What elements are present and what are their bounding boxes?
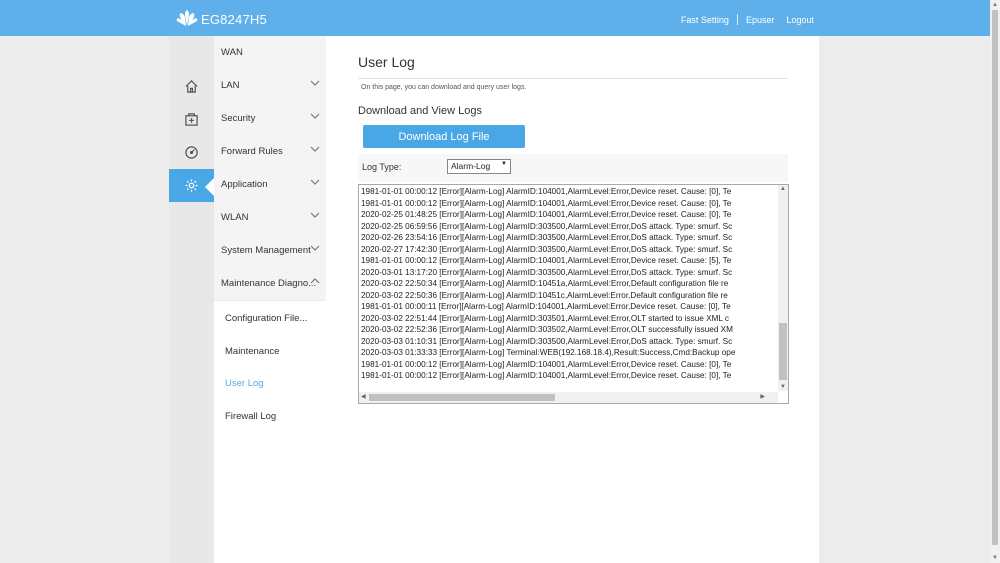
log-line: 1981-01-01 00:00:12 [Error][Alarm-Log] A…	[361, 359, 732, 369]
menu-item-security[interactable]: Security	[214, 102, 326, 136]
page-title: User Log	[358, 54, 415, 70]
chevron-down-icon	[310, 245, 320, 251]
log-line: 2020-03-02 22:50:36 [Error][Alarm-Log] A…	[361, 290, 728, 300]
download-log-button[interactable]: Download Log File	[363, 125, 525, 148]
log-vertical-thumb[interactable]	[779, 323, 787, 380]
menu-item-label: LAN	[221, 80, 240, 91]
menu-item-maintenance-diagnosis[interactable]: Maintenance Diagno...	[214, 267, 326, 301]
log-textarea[interactable]: 1981-01-01 00:00:12 [Error][Alarm-Log] A…	[358, 184, 789, 404]
menu-item-label: WAN	[221, 47, 243, 58]
log-line: 2020-02-27 17:42:30 [Error][Alarm-Log] A…	[361, 244, 733, 254]
title-divider	[358, 78, 788, 79]
log-line: 2020-03-02 22:51:44 [Error][Alarm-Log] A…	[361, 313, 730, 323]
fast-setting-link[interactable]: Fast Setting	[681, 15, 729, 25]
home-icon	[185, 80, 198, 93]
link-separator	[736, 14, 738, 25]
log-line: 2020-03-03 01:33:33 [Error][Alarm-Log] T…	[361, 348, 736, 357]
scroll-up-icon[interactable]: ▲	[780, 186, 786, 192]
log-line: 2020-03-02 22:52:36 [Error][Alarm-Log] A…	[361, 325, 733, 334]
log-line: 2020-03-03 01:10:31 [Error][Alarm-Log] A…	[361, 336, 733, 346]
brand-name: EG8247H5	[201, 12, 267, 27]
log-line: 1981-01-01 00:00:12 [Error][Alarm-Log] A…	[361, 198, 732, 208]
menu-item-system-management[interactable]: System Management	[214, 234, 326, 268]
scroll-up-icon[interactable]: ▲	[992, 2, 998, 8]
active-indicator-arrow	[205, 178, 214, 196]
log-line: 2020-03-02 22:50:34 [Error][Alarm-Log] A…	[361, 279, 729, 288]
advanced-nav[interactable]	[169, 103, 214, 136]
menu-item-label: System Management	[221, 245, 311, 256]
log-line: 2020-02-25 06:59:56 [Error][Alarm-Log] A…	[361, 221, 733, 231]
menu-item-label: Maintenance Diagno...	[221, 278, 317, 289]
scroll-down-icon[interactable]: ▼	[992, 555, 998, 561]
top-bar: EG8247H5 Fast Setting Epuser Logout	[0, 0, 990, 36]
menu-item-wan[interactable]: WAN	[214, 36, 326, 70]
log-horizontal-scrollbar[interactable]: ◀ ▶	[359, 392, 778, 403]
scroll-down-icon[interactable]: ▼	[780, 384, 786, 390]
logout-link[interactable]: Logout	[786, 15, 814, 25]
status-nav[interactable]	[169, 136, 214, 169]
log-type-row: Log Type: Alarm-Log ▼	[358, 154, 788, 182]
chevron-down-icon	[310, 146, 320, 152]
log-type-value: Alarm-Log	[451, 161, 491, 171]
huawei-logo-icon	[176, 10, 198, 26]
chevron-down-icon	[310, 113, 320, 119]
menu-item-lan[interactable]: LAN	[214, 69, 326, 103]
menu-item-label: Forward Rules	[221, 146, 283, 157]
log-line: 2020-03-01 13:17:20 [Error][Alarm-Log] A…	[361, 267, 733, 277]
log-horizontal-thumb[interactable]	[369, 394, 555, 401]
submenu-firewall-log[interactable]: Firewall Log	[225, 411, 276, 422]
log-type-label: Log Type:	[362, 162, 402, 172]
scroll-left-icon[interactable]: ◀	[361, 393, 366, 400]
section-title: Download and View Logs	[358, 105, 482, 117]
log-line: 2020-02-26 23:54:16 [Error][Alarm-Log] A…	[361, 233, 733, 242]
page-description: On this page, you can download and query…	[361, 84, 527, 91]
log-line: 2020-02-25 01:48:25 [Error][Alarm-Log] A…	[361, 210, 732, 219]
submenu-user-log[interactable]: User Log	[225, 378, 264, 389]
icon-sidebar	[169, 36, 214, 563]
menu-item-wlan[interactable]: WLAN	[214, 201, 326, 235]
dropdown-arrow-icon: ▼	[501, 161, 507, 167]
gauge-icon	[185, 146, 198, 159]
submenu-maintenance[interactable]: Maintenance	[225, 346, 279, 357]
side-menu: WAN LAN Security Forward Rules Applicati…	[214, 36, 326, 563]
log-line: 1981-01-01 00:00:12 [Error][Alarm-Log] A…	[361, 187, 732, 196]
top-links: Fast Setting Epuser Logout	[681, 14, 814, 25]
chevron-down-icon	[310, 80, 320, 86]
log-line: 1981-01-01 00:00:11 [Error][Alarm-Log] A…	[361, 302, 731, 311]
home-nav[interactable]	[169, 70, 214, 103]
epuser-link[interactable]: Epuser	[746, 15, 775, 25]
log-lines: 1981-01-01 00:00:12 [Error][Alarm-Log] A…	[361, 186, 777, 386]
main-content: User Log On this page, you can download …	[326, 36, 819, 563]
menu-item-label: WLAN	[221, 212, 249, 223]
scroll-right-icon[interactable]: ▶	[760, 393, 765, 400]
chevron-down-icon	[310, 179, 320, 185]
menu-item-label: Security	[221, 113, 256, 124]
gear-icon	[185, 179, 198, 192]
submenu-configuration-file[interactable]: Configuration File...	[225, 313, 307, 324]
log-type-select[interactable]: Alarm-Log ▼	[447, 159, 511, 174]
plus-box-icon	[185, 113, 198, 126]
page-scrollbar[interactable]: ▲ ▼	[990, 0, 1000, 563]
chevron-down-icon	[310, 212, 320, 218]
log-vertical-scrollbar[interactable]: ▲ ▼	[778, 185, 788, 391]
menu-item-label: Application	[221, 179, 268, 190]
page-scrollbar-thumb[interactable]	[992, 10, 998, 545]
log-line: 1981-01-01 00:00:12 [Error][Alarm-Log] A…	[361, 256, 732, 265]
log-line: 1981-01-01 00:00:12 [Error][Alarm-Log] A…	[361, 371, 732, 380]
chevron-up-icon	[310, 278, 320, 284]
menu-item-application[interactable]: Application	[214, 168, 326, 202]
menu-item-forward-rules[interactable]: Forward Rules	[214, 135, 326, 169]
